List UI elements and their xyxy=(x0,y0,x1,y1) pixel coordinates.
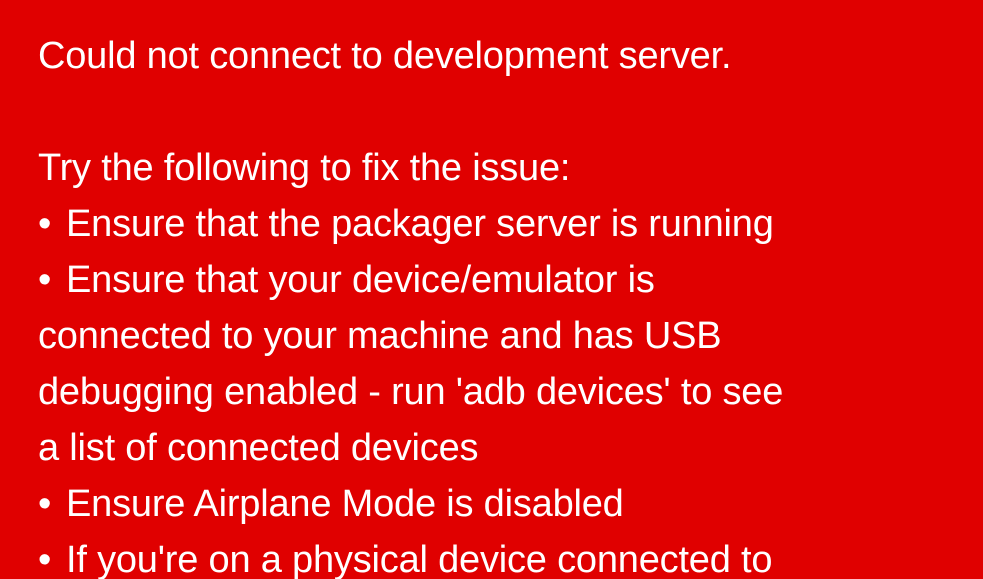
list-item: • If you're on a physical device connecte… xyxy=(38,532,983,579)
bullet-icon: • xyxy=(38,259,52,301)
list-item-continuation: a list of connected devices xyxy=(38,427,479,469)
list-item-text: Ensure Airplane Mode is disabled xyxy=(66,483,624,525)
list-item-text: Ensure that the packager server is runni… xyxy=(66,203,774,245)
bullet-icon: • xyxy=(38,539,52,579)
redbox-error-screen: Could not connect to development server.… xyxy=(0,0,983,579)
list-item: • Ensure Airplane Mode is disabled xyxy=(38,476,983,532)
list-item: • Ensure that your device/emulator is xyxy=(38,252,983,308)
error-message: Could not connect to development server.… xyxy=(38,28,983,579)
bullet-icon: • xyxy=(38,203,52,245)
error-subtitle: Try the following to fix the issue: xyxy=(38,147,571,189)
bullet-icon: • xyxy=(38,483,52,525)
list-item-continuation: debugging enabled - run 'adb devices' to… xyxy=(38,371,784,413)
list-item-text: Ensure that your device/emulator is xyxy=(66,259,655,301)
list-item-text: If you're on a physical device connected… xyxy=(66,539,773,579)
list-item-continuation: connected to your machine and has USB xyxy=(38,315,722,357)
error-title: Could not connect to development server. xyxy=(38,35,732,77)
list-item: • Ensure that the packager server is runn… xyxy=(38,196,983,252)
